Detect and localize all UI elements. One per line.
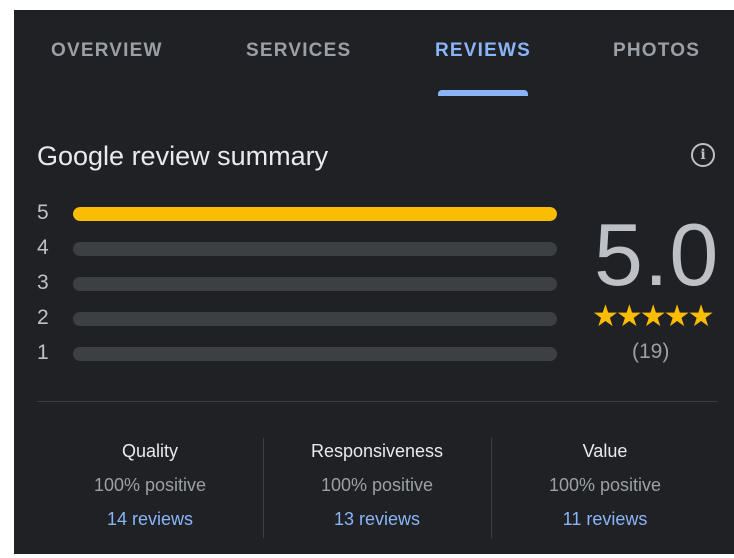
rating-label: 5 (37, 201, 49, 224)
category-name: Responsiveness (310, 441, 444, 461)
category-positive: 100% positive (93, 475, 207, 495)
rating-bar-fill (73, 207, 557, 221)
rating-label: 1 (37, 341, 49, 364)
rating-row-3: 3 (37, 271, 567, 305)
rating-label: 3 (37, 271, 49, 294)
tab-services[interactable]: SERVICES (246, 40, 351, 62)
star-rating-icon: ★★★★★ (592, 300, 714, 333)
rating-bar-track (73, 277, 557, 291)
tab-bar: OVERVIEW SERVICES REVIEWS PHOTOS (14, 10, 734, 100)
divider (37, 401, 717, 402)
rating-bar-track (73, 242, 557, 256)
rating-bar-track (73, 312, 557, 326)
category-name: Value (582, 441, 628, 461)
category-positive: 100% positive (320, 475, 434, 495)
average-rating: 5.0 (594, 205, 720, 304)
rating-label: 2 (37, 306, 49, 329)
category-quality: Quality 100% positive 14 reviews (37, 438, 263, 532)
summary-title: Google review summary (37, 141, 329, 171)
tab-photos[interactable]: PHOTOS (613, 40, 700, 62)
rating-row-1: 1 (37, 341, 567, 375)
rating-bar-track (73, 347, 557, 361)
review-panel: OVERVIEW SERVICES REVIEWS PHOTOS Google … (14, 10, 734, 554)
category-reviews-link[interactable]: 11 reviews (492, 506, 718, 532)
rating-row-4: 4 (37, 236, 567, 270)
category-name: Quality (121, 441, 179, 461)
tab-overview[interactable]: OVERVIEW (51, 40, 163, 62)
category-reviews-link[interactable]: 14 reviews (37, 506, 263, 532)
category-reviews-link[interactable]: 13 reviews (264, 506, 490, 532)
review-count[interactable]: (19) (632, 340, 669, 364)
info-icon[interactable]: i (691, 143, 715, 167)
active-tab-indicator (438, 90, 528, 96)
rating-row-5: 5 (37, 201, 567, 235)
tab-reviews[interactable]: REVIEWS (435, 40, 531, 62)
rating-bar-track (73, 207, 557, 221)
category-positive: 100% positive (548, 475, 662, 495)
category-value: Value 100% positive 11 reviews (492, 438, 718, 532)
rating-label: 4 (37, 236, 49, 259)
rating-row-2: 2 (37, 306, 567, 340)
category-responsiveness: Responsiveness 100% positive 13 reviews (264, 438, 490, 532)
